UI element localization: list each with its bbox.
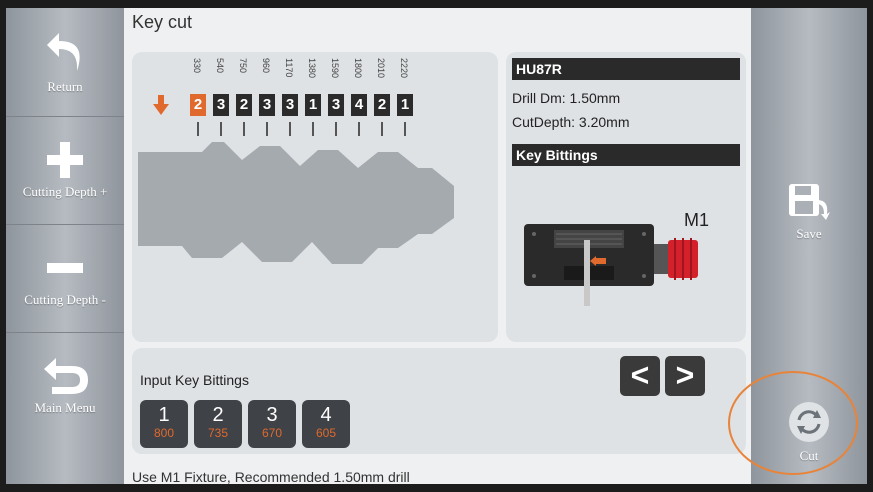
position-label: 1800 xyxy=(353,58,363,79)
bitting-key-value: 605 xyxy=(315,426,337,440)
position-label: 1590 xyxy=(330,58,340,79)
cut-tick xyxy=(335,122,337,136)
main-menu-label: Main Menu xyxy=(34,400,96,415)
cutting-depth-plus-button[interactable]: Cutting Depth + xyxy=(6,116,124,225)
page-title: Key cut xyxy=(132,12,193,32)
bitting-key-number: 3 xyxy=(266,404,278,426)
cut-tick xyxy=(220,122,222,136)
key-info-panel: HU87R Drill Dm: 1.50mm CutDepth: 3.20mm … xyxy=(506,52,746,342)
save-floppy-icon xyxy=(789,184,830,220)
cut-depth-box[interactable]: 3 xyxy=(213,94,229,116)
cut-depth-box[interactable]: 3 xyxy=(259,94,275,116)
bitting-panel: 330 540 750 960 1170 1380 1590 1800 2010 2220 232… xyxy=(132,52,498,342)
return-arrow-icon xyxy=(47,33,80,71)
bitting-key-number: 1 xyxy=(158,404,170,426)
cut-tick xyxy=(381,122,383,136)
plus-icon xyxy=(47,142,83,178)
cutting-depth-plus-label: Cutting Depth + xyxy=(22,184,108,199)
main-panel: Key cut 330 540 750 960 1170 1380 1590 1800 2010… xyxy=(124,8,751,485)
cut-tick xyxy=(289,122,291,136)
left-sidebar: Return Cutting Depth + Cutting Depth - M… xyxy=(6,8,124,484)
bitting-key-4[interactable]: 4 605 xyxy=(302,400,350,448)
cut-depth-box[interactable]: 3 xyxy=(328,94,344,116)
cut-tick xyxy=(197,122,199,136)
bitting-key-number: 4 xyxy=(320,404,332,426)
cut-button[interactable]: Cut xyxy=(751,382,867,482)
cut-tick xyxy=(266,122,268,136)
position-label: 750 xyxy=(238,58,248,74)
cut-tick xyxy=(404,122,406,136)
main-menu-arrow-icon xyxy=(44,358,88,394)
input-key-bittings-label: Input Key Bittings xyxy=(140,372,249,388)
input-key-bittings-panel: Input Key Bittings < > 1 800 2 735 3 670… xyxy=(132,348,746,454)
cut-depth-box[interactable]: 2 xyxy=(190,94,206,116)
minus-icon xyxy=(47,263,83,273)
return-button[interactable]: Return xyxy=(6,8,124,117)
bitting-key-value: 735 xyxy=(207,426,229,440)
save-label: Save xyxy=(796,226,822,241)
cut-depth-box[interactable]: 2 xyxy=(236,94,252,116)
status-message: Use M1 Fixture, Recommended 1.50mm drill xyxy=(132,469,410,485)
bitting-key-value: 800 xyxy=(153,426,175,440)
cutting-depth-minus-button[interactable]: Cutting Depth - xyxy=(6,224,124,333)
key-code-bar: HU87R xyxy=(512,58,740,80)
cut-cycle-icon xyxy=(789,402,829,442)
cut-depth-box[interactable]: 1 xyxy=(397,94,413,116)
cut-depth-box[interactable]: 2 xyxy=(374,94,390,116)
key-bittings-header: Key Bittings xyxy=(512,144,740,166)
position-label: 1170 xyxy=(284,58,294,78)
cut-depth-box[interactable]: 3 xyxy=(282,94,298,116)
position-label: 330 xyxy=(192,58,202,74)
cut-tick xyxy=(243,122,245,136)
next-button[interactable]: > xyxy=(665,356,705,396)
bitting-key-2[interactable]: 2 735 xyxy=(194,400,242,448)
cut-label: Cut xyxy=(799,448,819,463)
cut-tick xyxy=(312,122,314,136)
prev-button[interactable]: < xyxy=(620,356,660,396)
cut-depth-box[interactable]: 1 xyxy=(305,94,321,116)
position-label: 2220 xyxy=(399,58,409,79)
bitting-key-value: 670 xyxy=(261,426,283,440)
cut-depth-box[interactable]: 4 xyxy=(351,94,367,116)
drill-diameter: Drill Dm: 1.50mm xyxy=(512,90,621,106)
save-button[interactable]: Save xyxy=(751,158,867,266)
cut-pointer-arrow-icon xyxy=(153,95,169,115)
cutting-depth-minus-label: Cutting Depth - xyxy=(24,292,106,307)
fixture-m1-image xyxy=(524,224,698,306)
position-label: 2010 xyxy=(376,58,386,79)
cut-tick xyxy=(358,122,360,136)
bitting-key-3[interactable]: 3 670 xyxy=(248,400,296,448)
return-label: Return xyxy=(47,79,83,94)
position-label: 960 xyxy=(261,58,271,74)
bitting-key-1[interactable]: 1 800 xyxy=(140,400,188,448)
right-sidebar: Save Cut xyxy=(751,8,867,484)
key-blade-diagram xyxy=(138,142,454,264)
cut-depth: CutDepth: 3.20mm xyxy=(512,114,630,130)
bitting-key-number: 2 xyxy=(212,404,224,426)
position-label: 540 xyxy=(215,58,225,74)
main-menu-button[interactable]: Main Menu xyxy=(6,332,124,440)
position-label: 1380 xyxy=(307,58,317,79)
